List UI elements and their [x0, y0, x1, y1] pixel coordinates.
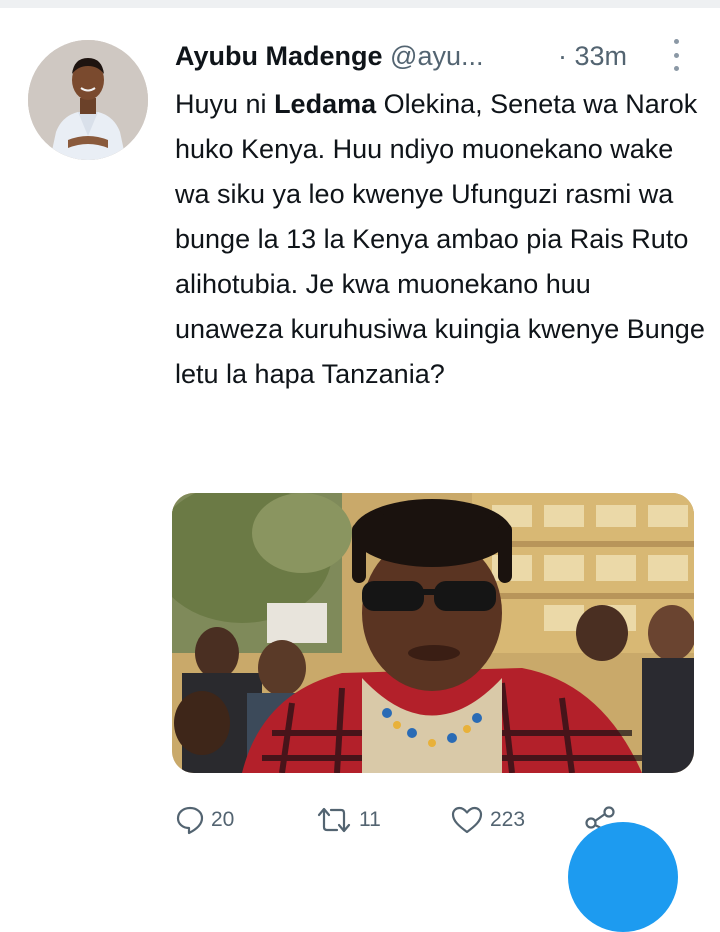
like-button[interactable]: 223: [450, 796, 525, 844]
tweet-text-bold-name[interactable]: Ledama: [274, 89, 376, 119]
media-photo: [172, 493, 694, 773]
more-vertical-icon[interactable]: [669, 39, 683, 71]
like-count: 223: [490, 808, 526, 831]
heart-icon: [451, 806, 483, 834]
retweet-icon: [317, 807, 351, 833]
tweet-text-rest: Olekina, Seneta wa Narok huko Kenya. Huu…: [175, 89, 705, 389]
reply-count: 20: [211, 808, 235, 831]
retweet-count: 11: [359, 808, 381, 831]
author-handle[interactable]: @ayu...: [390, 41, 483, 71]
tweet-header: Ayubu Madenge @ayu... · 33m: [175, 34, 695, 78]
tweet-time[interactable]: · 33m: [558, 34, 627, 78]
avatar[interactable]: [28, 40, 148, 160]
retweet-button[interactable]: 11: [315, 796, 381, 844]
top-divider: [0, 0, 720, 8]
compose-tweet-button[interactable]: [568, 822, 678, 932]
tweet-media-image[interactable]: [172, 493, 694, 773]
tweet-text: Huyu ni Ledama Olekina, Seneta wa Narok …: [175, 82, 705, 397]
reply-button[interactable]: 20: [175, 796, 234, 844]
avatar-photo: [28, 40, 148, 160]
tweet-text-start: Huyu ni: [175, 89, 275, 119]
author-name[interactable]: Ayubu Madenge: [175, 41, 383, 71]
reply-icon: [176, 806, 204, 835]
